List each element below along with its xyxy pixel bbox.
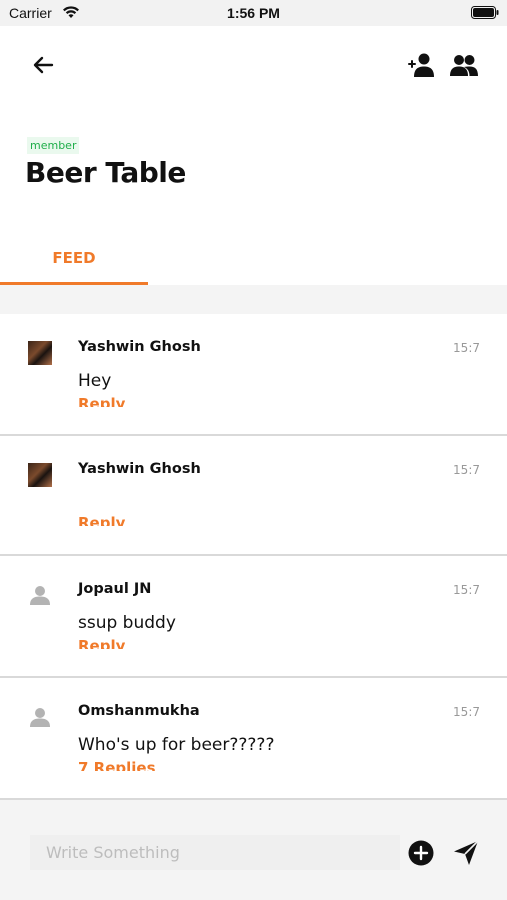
battery-icon xyxy=(471,6,499,19)
send-button[interactable] xyxy=(452,839,480,867)
post-message: Hey xyxy=(78,371,112,391)
avatar xyxy=(28,463,52,487)
avatar xyxy=(28,705,52,729)
feed-divider xyxy=(0,285,507,314)
back-button[interactable] xyxy=(30,52,58,78)
member-badge: member xyxy=(27,137,80,154)
members-button[interactable] xyxy=(449,51,479,79)
person-placeholder-icon xyxy=(30,708,50,727)
clock: 1:56 PM xyxy=(227,5,280,21)
post-author: Omshanmukha xyxy=(78,703,200,719)
post-author: Jopaul JN xyxy=(78,581,152,597)
tab-feed[interactable]: FEED xyxy=(0,236,148,285)
feed-item[interactable]: Jopaul JN 15:7 ssup buddy Reply xyxy=(0,556,507,678)
person-placeholder-icon xyxy=(30,586,50,605)
post-author: Yashwin Ghosh xyxy=(78,461,201,477)
replies-link[interactable]: 7 Replies xyxy=(78,758,156,771)
post-time: 15:7 xyxy=(453,583,480,597)
group-title: Beer Table xyxy=(25,156,186,189)
post-message: ssup buddy xyxy=(78,613,176,633)
reply-link[interactable]: Reply xyxy=(78,394,125,407)
plus-circle-icon xyxy=(408,840,434,866)
post-time: 15:7 xyxy=(453,463,480,477)
avatar xyxy=(28,583,52,607)
feed-item[interactable]: Omshanmukha 15:7 Who's up for beer????? … xyxy=(0,678,507,800)
feed-item[interactable]: Yashwin Ghosh 15:7 Hey Reply xyxy=(0,314,507,436)
reply-link[interactable]: Reply xyxy=(78,636,125,649)
add-member-button[interactable] xyxy=(408,51,436,79)
post-time: 15:7 xyxy=(453,705,480,719)
status-bar: Carrier 1:56 PM xyxy=(0,0,507,26)
users-icon xyxy=(450,55,478,76)
avatar xyxy=(28,341,52,365)
message-input[interactable] xyxy=(30,835,400,870)
user-plus-icon xyxy=(408,53,434,77)
post-message: Who's up for beer????? xyxy=(78,735,275,755)
feed-list: Yashwin Ghosh 15:7 Hey Reply Yashwin Gho… xyxy=(0,314,507,800)
post-time: 15:7 xyxy=(453,341,480,355)
reply-link[interactable]: Reply xyxy=(78,513,125,526)
add-attachment-button[interactable] xyxy=(408,840,434,866)
post-author: Yashwin Ghosh xyxy=(78,339,201,355)
send-icon xyxy=(454,840,479,865)
tab-feed-label: FEED xyxy=(52,249,96,267)
arrow-left-icon xyxy=(33,56,54,74)
composer-bar xyxy=(0,800,507,900)
feed-item[interactable]: Yashwin Ghosh 15:7 Reply xyxy=(0,436,507,556)
